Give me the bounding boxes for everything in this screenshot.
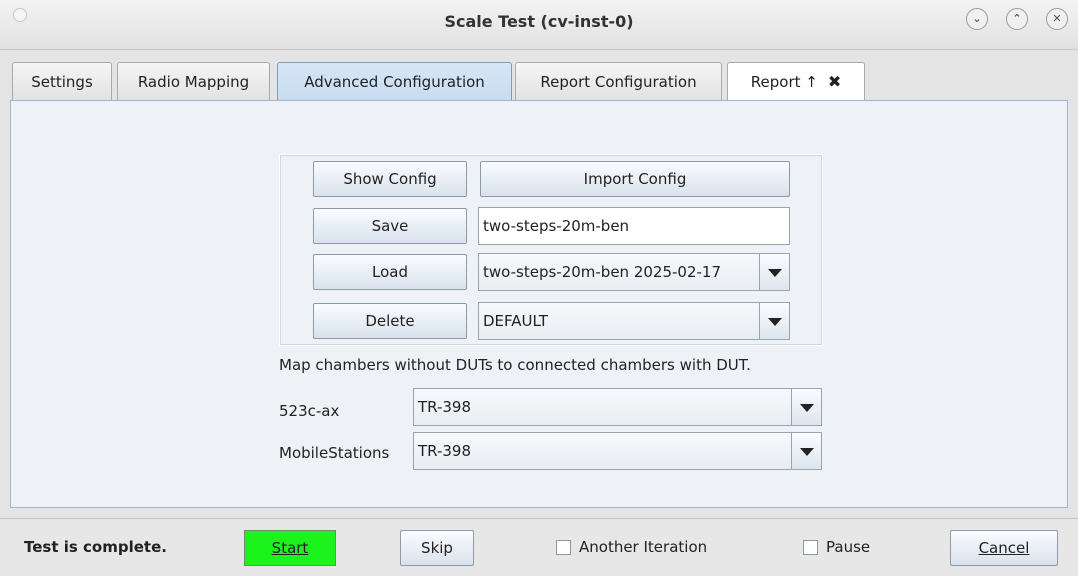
delete-config-value: DEFAULT <box>483 312 548 330</box>
chamber-mapping-value: TR-398 <box>418 398 472 416</box>
tab-label: Report Configuration <box>540 72 697 91</box>
status-text: Test is complete. <box>24 538 167 556</box>
chamber-label-523c-ax: 523c-ax <box>279 402 340 420</box>
chamber-mapping-select-523c-ax[interactable]: TR-398 <box>413 388 822 426</box>
tab-advanced-configuration[interactable]: Advanced Configuration <box>277 62 512 100</box>
save-button[interactable]: Save <box>313 208 467 244</box>
import-config-button[interactable]: Import Config <box>480 161 790 197</box>
pause-label: Pause <box>826 538 871 556</box>
start-label: Start <box>271 539 309 557</box>
chamber-mapping-select-mobilestations[interactable]: TR-398 <box>413 432 822 470</box>
tab-settings[interactable]: Settings <box>12 62 112 100</box>
tab-bar: Settings Radio Mapping Advanced Configur… <box>0 62 1078 102</box>
tab-label: Radio Mapping <box>137 72 250 91</box>
another-iteration-label: Another Iteration <box>579 538 708 556</box>
pause-checkbox[interactable]: Pause <box>803 538 870 556</box>
chevron-down-icon[interactable] <box>759 303 789 339</box>
load-button[interactable]: Load <box>313 254 467 290</box>
cancel-button[interactable]: Cancel <box>950 530 1058 566</box>
maximize-icon[interactable]: ⌃ <box>1006 8 1028 30</box>
tab-report-configuration[interactable]: Report Configuration <box>515 62 722 100</box>
delete-config-select[interactable]: DEFAULT <box>478 302 790 340</box>
title-bar: Scale Test (cv-inst-0) ⌄ ⌃ ✕ <box>0 0 1078 50</box>
chevron-down-icon[interactable] <box>791 389 821 425</box>
chamber-label-mobilestations: MobileStations <box>279 444 390 462</box>
skip-button[interactable]: Skip <box>400 530 474 566</box>
tab-report[interactable]: Report ↑ ✖ <box>727 62 865 100</box>
show-config-button[interactable]: Show Config <box>313 161 467 197</box>
chevron-down-icon[interactable] <box>791 433 821 469</box>
minimize-icon[interactable]: ⌄ <box>966 8 988 30</box>
mapping-description: Map chambers without DUTs to connected c… <box>279 356 751 374</box>
tab-close-icon[interactable]: ✖ <box>828 72 841 91</box>
delete-button[interactable]: Delete <box>313 303 467 339</box>
footer-bar: Test is complete. Start Skip Another Ite… <box>0 518 1078 576</box>
start-button[interactable]: Start <box>244 530 336 566</box>
window-title: Scale Test (cv-inst-0) <box>444 12 634 31</box>
another-iteration-checkbox[interactable]: Another Iteration <box>556 538 707 556</box>
tab-radio-mapping[interactable]: Radio Mapping <box>117 62 270 100</box>
tab-label: Settings <box>31 72 93 91</box>
checkbox-box[interactable] <box>803 539 818 555</box>
chamber-mapping-value: TR-398 <box>418 442 472 460</box>
tab-label: Report ↑ <box>750 72 818 91</box>
checkbox-box[interactable] <box>556 539 571 555</box>
tab-label: Advanced Configuration <box>304 72 485 91</box>
load-config-select[interactable]: two-steps-20m-ben 2025-02-17 <box>478 253 790 291</box>
config-name-input[interactable]: two-steps-20m-ben <box>478 207 790 245</box>
close-icon[interactable]: ✕ <box>1046 8 1068 30</box>
chevron-down-icon[interactable] <box>759 254 789 290</box>
load-config-value: two-steps-20m-ben 2025-02-17 <box>483 263 722 281</box>
cancel-label: Cancel <box>978 539 1030 557</box>
